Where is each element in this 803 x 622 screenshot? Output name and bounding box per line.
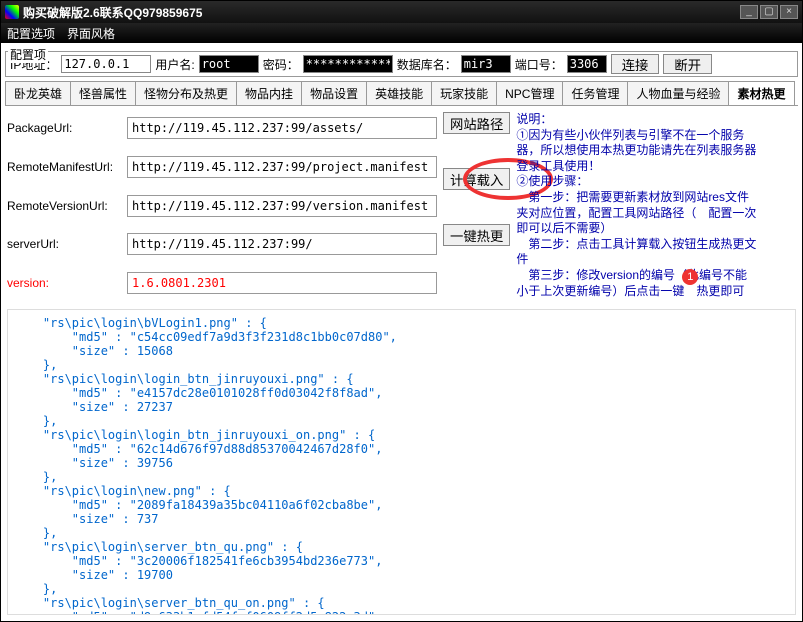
action-buttons: 网站路径 计算载入 一键热更 <box>443 112 510 299</box>
tab-10[interactable]: 素材热更 <box>728 81 794 105</box>
db-label: 数据库名： <box>397 56 457 73</box>
tab-7[interactable]: NPC管理 <box>496 81 563 105</box>
user-input[interactable] <box>199 55 259 73</box>
hot-update-button[interactable]: 一键热更 <box>443 224 510 246</box>
pass-label: 密码： <box>263 56 299 73</box>
port-label: 端口号： <box>515 56 563 73</box>
tab-8[interactable]: 任务管理 <box>562 81 628 105</box>
help-step3: 第三步：修改version的编号（此编号不能小于上次更新编号）后点击一键 热更即… <box>516 268 756 299</box>
help-line1: ①因为有些小伙伴列表与引擎不在一个服务器，所以想使用本热更功能请先在列表服务器登… <box>516 128 756 175</box>
version-input[interactable] <box>127 272 437 294</box>
disconnect-button[interactable]: 断开 <box>663 54 712 74</box>
tab-bar: 卧龙英雄怪兽属性怪物分布及热更物品内挂物品设置英雄技能玩家技能NPC管理任务管理… <box>5 81 798 106</box>
tab-5[interactable]: 英雄技能 <box>366 81 432 105</box>
remoteversion-label: RemoteVersionUrl: <box>7 199 127 213</box>
help-line2: ②使用步骤： <box>516 174 756 190</box>
app-window: 购买破解版2.6联系QQ979859675 _ ▢ × 配置选项 界面风格 配置… <box>0 0 803 622</box>
user-label: 用户名: <box>155 56 194 73</box>
serverurl-input[interactable] <box>127 233 437 255</box>
tab-2[interactable]: 怪物分布及热更 <box>135 81 237 105</box>
port-input[interactable] <box>567 55 607 73</box>
help-title: 说明： <box>516 112 756 128</box>
help-panel: 说明： ①因为有些小伙伴列表与引擎不在一个服务器，所以想使用本热更功能请先在列表… <box>516 112 756 299</box>
serverurl-label: serverUrl: <box>7 237 127 251</box>
connection-group: 配置项 IP地址： 用户名: 密码： 数据库名： 端口号： 连接 断开 <box>5 51 798 77</box>
connection-group-label: 配置项 <box>8 46 48 63</box>
tab-9[interactable]: 人物血量与经验 <box>627 81 729 105</box>
tab-3[interactable]: 物品内挂 <box>236 81 302 105</box>
tab-4[interactable]: 物品设置 <box>301 81 367 105</box>
menu-config[interactable]: 配置选项 <box>7 25 55 42</box>
version-label: version: <box>7 276 127 290</box>
url-form: PackageUrl: RemoteManifestUrl: RemoteVer… <box>7 112 437 299</box>
menubar: 配置选项 界面风格 <box>1 23 802 43</box>
remotemanifest-input[interactable] <box>127 156 437 178</box>
tab-1[interactable]: 怪兽属性 <box>70 81 136 105</box>
window-title: 购买破解版2.6联系QQ979859675 <box>23 4 738 21</box>
close-button[interactable]: × <box>780 5 798 19</box>
tab-content: PackageUrl: RemoteManifestUrl: RemoteVer… <box>1 106 802 621</box>
tab-0[interactable]: 卧龙英雄 <box>5 81 71 105</box>
menu-style[interactable]: 界面风格 <box>67 25 115 42</box>
output-textarea[interactable]: "rs\pic\login\bVLogin1.png" : { "md5" : … <box>7 309 796 615</box>
remoteversion-input[interactable] <box>127 195 437 217</box>
minimize-button[interactable]: _ <box>740 5 758 19</box>
site-path-button[interactable]: 网站路径 <box>443 112 510 134</box>
packageurl-label: PackageUrl: <box>7 121 127 135</box>
remotemanifest-label: RemoteManifestUrl: <box>7 160 127 174</box>
help-step1: 第一步：把需要更新素材放到网站res文件夹对应位置，配置工具网站路径（ 配置一次… <box>516 190 756 237</box>
help-step2: 第二步：点击工具计算载入按钮生成热更文件 <box>516 237 756 268</box>
ip-input[interactable] <box>61 55 151 73</box>
calc-load-button[interactable]: 计算载入 <box>443 168 510 190</box>
maximize-button[interactable]: ▢ <box>760 5 778 19</box>
tab-6[interactable]: 玩家技能 <box>431 81 497 105</box>
db-input[interactable] <box>461 55 511 73</box>
connect-button[interactable]: 连接 <box>611 54 660 74</box>
app-icon <box>5 5 19 19</box>
pass-input[interactable] <box>303 55 393 73</box>
packageurl-input[interactable] <box>127 117 437 139</box>
titlebar: 购买破解版2.6联系QQ979859675 _ ▢ × <box>1 1 802 23</box>
